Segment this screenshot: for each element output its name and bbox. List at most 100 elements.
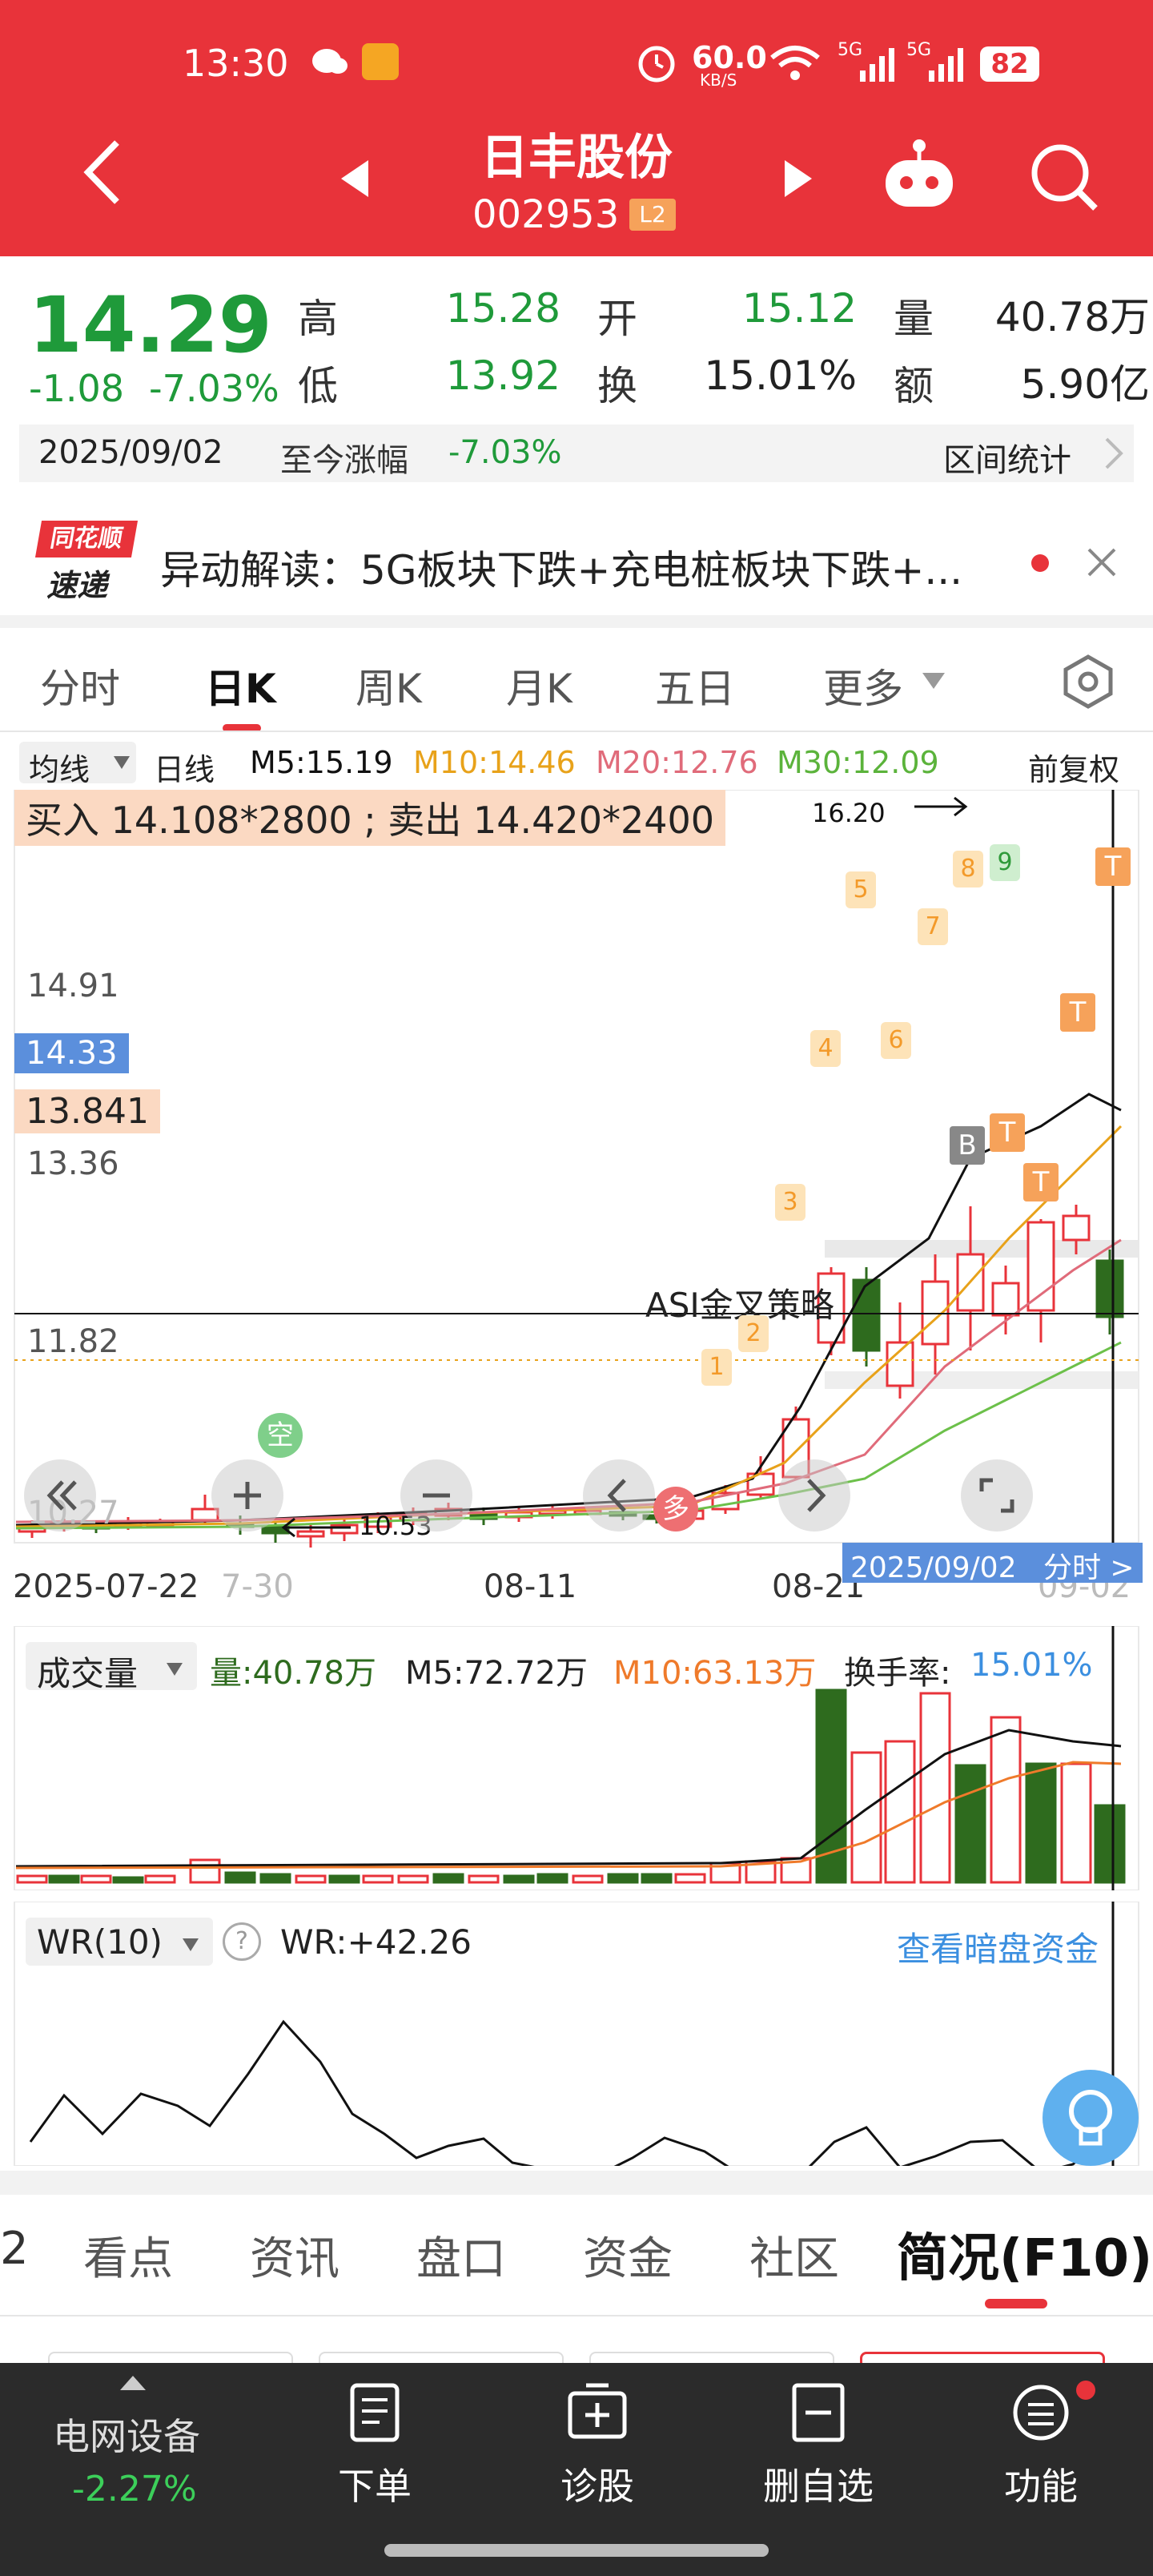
ma20-value: M20:12.76	[596, 745, 758, 780]
alarm-icon	[636, 42, 677, 83]
order-icon[interactable]	[295, 2381, 455, 2448]
range-stats-button[interactable]: 区间统计	[943, 434, 1071, 481]
volume-bar	[1060, 1762, 1092, 1884]
buy-signal-badge[interactable]: 多	[653, 1487, 698, 1532]
buy-point-badge[interactable]: B	[950, 1126, 985, 1165]
close-icon[interactable]	[1086, 546, 1118, 578]
seq-badge-3: 3	[775, 1184, 805, 1221]
seq-badge-1: 1	[701, 1349, 732, 1386]
candle	[1026, 1221, 1055, 1312]
lightbulb-tip-icon[interactable]	[1043, 2070, 1139, 2166]
selected-date-tag[interactable]: 2025/09/02 分时 >	[842, 1543, 1143, 1584]
sector-name[interactable]: 电网设备	[53, 2408, 200, 2461]
volume-bar	[189, 1858, 221, 1884]
expand-up-icon[interactable]	[119, 2374, 147, 2392]
net-unit: KB/S	[700, 70, 737, 90]
remove-watchlist-button[interactable]: 删自选	[738, 2457, 898, 2510]
high-value: 15.28	[445, 285, 560, 332]
order-button[interactable]: 下单	[295, 2457, 455, 2510]
signal-icon-1	[838, 43, 895, 83]
t-signal-badge-4[interactable]: T	[1095, 847, 1131, 886]
candle	[1095, 1259, 1124, 1318]
remove-watchlist-icon[interactable]	[738, 2381, 898, 2448]
tab-weekly-k[interactable]: 周K	[356, 657, 422, 714]
tabs-divider	[0, 731, 1153, 732]
seq-badge-5: 5	[846, 871, 876, 908]
unread-dot-icon	[1031, 554, 1049, 572]
settings-hexagon-icon[interactable]	[1060, 654, 1116, 710]
logo-bottom: 速递	[46, 568, 108, 603]
tab-f10-profile[interactable]: 简况(F10)	[897, 2217, 1152, 2291]
functions-menu-icon[interactable]	[961, 2381, 1121, 2448]
volume-m5: M5:72.72万	[405, 1655, 588, 1692]
tab-community[interactable]: 社区	[749, 2223, 839, 2288]
home-indicator[interactable]	[384, 2544, 769, 2557]
diagnose-icon[interactable]	[517, 2381, 677, 2448]
tab-daily-k[interactable]: 日K	[205, 657, 276, 714]
logo-top: 同花顺	[34, 521, 139, 557]
t-signal-badge-3[interactable]: T	[1060, 993, 1095, 1032]
wr-dropdown-icon	[181, 1937, 200, 1953]
open-label: 开	[597, 296, 637, 342]
diagnose-button[interactable]: 诊股	[517, 2457, 677, 2510]
y-label-2: 13.36	[27, 1145, 119, 1182]
high-label: 高	[298, 296, 338, 342]
news-bar[interactable]: 同花顺 速递 异动解读：5G板块下跌+充电桩板块下跌+...	[0, 509, 1153, 614]
tab-more[interactable]: 更多	[823, 657, 903, 714]
scroll-right-button[interactable]	[778, 1459, 850, 1532]
low-value: 13.92	[445, 352, 560, 399]
fullscreen-button[interactable]	[961, 1459, 1033, 1532]
t-signal-badge-2[interactable]: T	[1023, 1163, 1059, 1201]
dark-pool-link[interactable]: 查看暗盘资金	[897, 1922, 1099, 1971]
selected-date: 2025/09/02	[38, 434, 223, 471]
bottom-action-bar: 电网设备 -2.27% 下单 诊股 删自选 功能	[0, 2363, 1153, 2576]
next-stock-icon[interactable]	[781, 157, 817, 200]
indicator-dropdown-icon	[112, 755, 131, 771]
tab-order-book[interactable]: 盘口	[416, 2223, 506, 2288]
volume-bar	[1025, 1762, 1057, 1884]
crosshair-price: 14.33	[14, 1033, 129, 1073]
divider	[0, 2315, 1153, 2316]
seq-badge-7: 7	[918, 908, 948, 945]
robot-assistant-icon[interactable]	[879, 135, 959, 215]
minute-link[interactable]: 分时 >	[1043, 1552, 1135, 1584]
wr-value: WR:+42.26	[280, 1922, 472, 1962]
top-header: 13:30 60.0 KB/S 5G 5G 82 日丰股份 002953 L2	[0, 0, 1153, 256]
bottom-tab-indicator	[985, 2299, 1047, 2308]
help-icon[interactable]: ?	[223, 1922, 261, 1961]
tab-highlights[interactable]: 看点	[83, 2223, 173, 2288]
news-text: 异动解读：5G板块下跌+充电桩板块下跌+...	[160, 547, 963, 594]
tab-funds[interactable]: 资金	[583, 2223, 673, 2288]
candle	[991, 1282, 1020, 1317]
stock-code: 002953	[472, 192, 620, 237]
ma-indicator: 均线	[29, 752, 90, 787]
candle	[886, 1341, 914, 1387]
since-change-label: 至今涨幅	[280, 442, 408, 479]
tab-partial[interactable]: 2	[0, 2223, 29, 2275]
high-arrow-icon	[913, 795, 969, 819]
volume-bar	[990, 1716, 1022, 1884]
t-signal-badge-1[interactable]: T	[990, 1113, 1025, 1152]
functions-button[interactable]: 功能	[961, 2457, 1121, 2510]
volume-label: 量	[894, 296, 934, 342]
cost-price: 13.841	[14, 1089, 160, 1133]
tab-monthly-k[interactable]: 月K	[506, 657, 572, 714]
tab-five-day[interactable]: 五日	[655, 657, 735, 714]
date-range-bar[interactable]: 2025/09/02 至今涨幅 -7.03% 区间统计	[19, 425, 1134, 482]
volume-bar	[432, 1873, 464, 1884]
sell-signal-badge[interactable]: 空	[258, 1413, 303, 1458]
scroll-left-button[interactable]	[583, 1459, 655, 1532]
divider	[0, 2171, 1153, 2195]
amount-label: 额	[894, 363, 934, 409]
scroll-left-fast-button[interactable]	[24, 1459, 96, 1532]
tab-minute[interactable]: 分时	[40, 657, 120, 714]
tab-news[interactable]: 资讯	[250, 2223, 339, 2288]
volume-dropdown-icon	[165, 1661, 184, 1677]
adjust-mode[interactable]: 前复权	[1028, 745, 1119, 789]
turnover-label: 换	[597, 363, 637, 409]
zoom-out-button[interactable]	[400, 1459, 472, 1532]
ma5-value: M5:15.19	[250, 745, 393, 780]
seq-badge-6: 6	[881, 1022, 911, 1059]
zoom-in-button[interactable]	[211, 1459, 283, 1532]
search-icon[interactable]	[1028, 141, 1100, 213]
